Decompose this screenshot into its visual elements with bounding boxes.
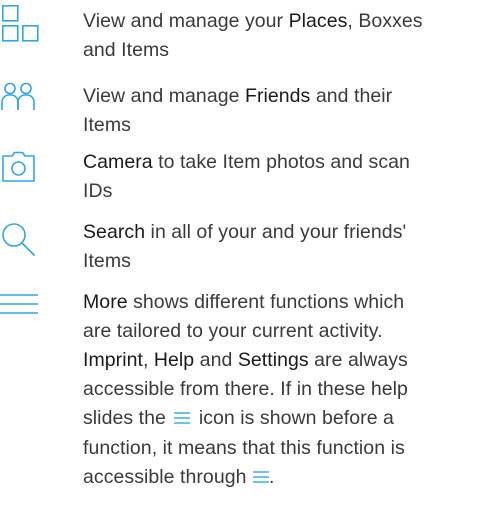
text-segment: Items bbox=[83, 250, 131, 272]
menu-icon bbox=[0, 293, 44, 333]
text-segment: IDs bbox=[83, 180, 113, 202]
menu-icon bbox=[252, 464, 269, 493]
text-segment: Items bbox=[83, 114, 131, 136]
text-segment: View and manage your bbox=[83, 10, 289, 32]
keyword-help: Help bbox=[153, 349, 195, 371]
text-segment: are always bbox=[308, 349, 408, 371]
keyword-more: More bbox=[83, 291, 128, 313]
search-icon bbox=[0, 221, 44, 261]
keyword-places: Places bbox=[288, 10, 348, 32]
feature-text-places: View and manage your Places, Boxxes and … bbox=[83, 7, 478, 65]
text-segment: accessible from there. If in these help bbox=[83, 378, 408, 400]
text-segment: slides the bbox=[83, 407, 172, 429]
keyword-camera: Camera bbox=[83, 151, 153, 173]
text-segment: icon is shown before a bbox=[193, 407, 394, 429]
keyword-imprint: Imprint bbox=[83, 349, 143, 371]
text-segment: . bbox=[268, 466, 275, 488]
text-segment: View and manage bbox=[83, 85, 245, 107]
feature-text-search: Search in all of your and your friends' … bbox=[83, 218, 478, 276]
keyword-search: Search bbox=[83, 221, 146, 243]
text-segment: shows different functions which bbox=[127, 291, 405, 313]
help-feature-list: View and manage your Places, Boxxes and … bbox=[0, 0, 484, 523]
text-segment: , Boxxes bbox=[347, 10, 423, 32]
keyword-settings: Settings bbox=[237, 349, 309, 371]
keyword-friends: Friends bbox=[244, 85, 311, 107]
text-segment: function, it means that this function is bbox=[83, 437, 405, 459]
text-segment: to take Item photos and scan bbox=[152, 151, 410, 173]
text-segment: and Items bbox=[83, 39, 170, 61]
camera-icon bbox=[0, 150, 44, 190]
text-segment: accessible through bbox=[83, 466, 252, 488]
text-segment: and bbox=[194, 349, 238, 371]
text-segment: are tailored to your current activity. bbox=[83, 320, 383, 342]
grid-icon bbox=[0, 3, 44, 43]
text-segment: in all of your and your friends' bbox=[145, 221, 407, 243]
menu-icon bbox=[174, 405, 191, 434]
friends-icon bbox=[0, 82, 44, 122]
feature-text-friends: View and manage Friends and their Items bbox=[83, 82, 478, 140]
feature-text-camera: Camera to take Item photos and scan IDs bbox=[83, 148, 478, 206]
feature-text-more: More shows different functions which are… bbox=[83, 288, 478, 493]
text-segment: and their bbox=[310, 85, 393, 107]
text-segment: , bbox=[142, 349, 154, 371]
